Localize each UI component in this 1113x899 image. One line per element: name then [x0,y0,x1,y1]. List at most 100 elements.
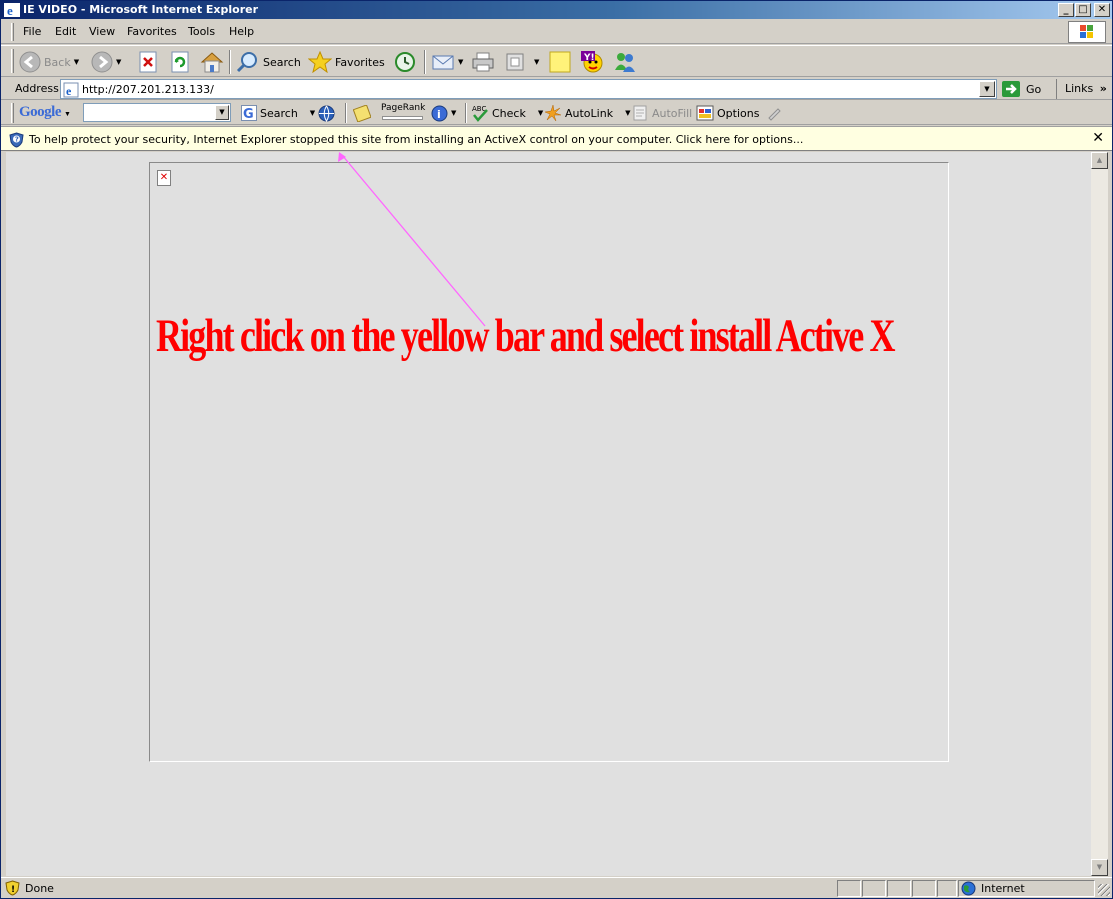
mail-icon [432,55,454,70]
stop-icon [139,51,157,73]
home-button[interactable] [200,50,224,74]
highlight-icon[interactable] [353,105,371,122]
stop-button[interactable] [138,50,158,74]
toolbar-separator [465,103,467,123]
favorites-button[interactable]: Favorites [308,50,385,74]
minimize-button[interactable]: _ [1058,3,1074,17]
address-dropdown-icon[interactable]: ▼ [979,81,995,97]
svg-text:i: i [437,108,441,121]
messenger-button[interactable] [613,50,637,74]
autofill-icon [633,105,647,121]
page-info-button[interactable]: i ▼ [431,103,456,123]
links-chevron-icon[interactable]: » [1100,82,1107,95]
window-title: IE VIDEO - Microsoft Internet Explorer [23,3,259,16]
shield-icon: ? [9,132,24,148]
page-icon: e [63,82,79,98]
menu-view[interactable]: View [89,25,115,38]
status-pane [837,880,861,897]
mail-button[interactable]: ▼ [431,50,463,74]
security-zone[interactable]: Internet [961,881,1025,896]
yahoo-icon: Y! [581,51,603,73]
status-pane [862,880,886,897]
edit-button[interactable]: ▼ [504,50,539,74]
page-info-dropdown-icon[interactable]: ▼ [451,109,456,117]
print-button[interactable] [471,50,495,74]
status-pane [887,880,911,897]
toolbar-separator [424,50,426,74]
links-toolbar[interactable]: Links » [1056,79,1107,99]
resize-grip[interactable] [1098,884,1110,896]
google-search-icon: G [241,105,257,121]
globe-icon[interactable] [318,105,335,122]
windows-logo-icon [1068,21,1106,43]
edit-dropdown-icon[interactable]: ▼ [534,58,539,66]
address-label: Address [15,82,59,95]
forward-dropdown-icon[interactable]: ▼ [116,58,121,66]
warning-shield-icon: ! [5,880,20,896]
vertical-scrollbar[interactable]: ▲ ▼ [1091,152,1108,876]
google-toolbar-grip[interactable] [11,103,14,123]
pagerank-label: PageRank [381,103,426,113]
print-icon [472,52,494,72]
menu-edit[interactable]: Edit [55,25,76,38]
back-button[interactable]: Back ▼ [19,50,79,74]
google-logo[interactable]: Google ▼ [19,104,71,121]
google-search-dropdown-icon[interactable]: ▼ [215,105,229,120]
activex-info-bar[interactable]: ? To help protect your security, Interne… [1,126,1112,151]
title-bar[interactable]: e IE VIDEO - Microsoft Internet Explorer… [1,1,1112,19]
autolink-button[interactable]: AutoLink ▼ [544,103,630,123]
autolink-dropdown-icon[interactable]: ▼ [625,109,630,117]
history-button[interactable] [393,50,417,74]
pagerank-meter[interactable]: PageRank [381,103,427,122]
menu-help[interactable]: Help [229,25,254,38]
messenger-icon [615,53,635,72]
status-pane [937,880,957,897]
close-button[interactable]: ✕ [1094,3,1110,17]
ie-icon: e [4,3,20,17]
google-search-dropdown-icon[interactable]: ▼ [310,109,315,117]
google-search-input[interactable]: ▼ [83,103,231,122]
forward-button[interactable]: ▼ [91,50,121,74]
back-dropdown-icon[interactable]: ▼ [74,58,79,66]
yahoo-button[interactable]: Y! [579,50,605,74]
maximize-button[interactable]: □ [1075,3,1091,17]
pencil-icon[interactable] [766,105,782,121]
autofill-button[interactable]: AutoFill [631,103,692,123]
links-label: Links [1065,82,1094,95]
options-button[interactable]: Options [696,103,759,123]
refresh-button[interactable] [170,50,190,74]
menu-grip[interactable] [11,23,14,41]
autolink-icon [544,104,562,122]
go-arrow-icon [1002,81,1020,97]
info-bar-close-icon[interactable]: ✕ [1092,130,1104,146]
mail-dropdown-icon[interactable]: ▼ [458,58,463,66]
google-search-button[interactable]: G Search ▼ [241,103,315,123]
address-bar: Address e http://207.201.213.133/ ▼ Go L… [1,78,1112,100]
spellcheck-icon: ABC [472,105,488,122]
spellcheck-button[interactable]: ABC Check ▼ [471,103,543,123]
menu-favorites[interactable]: Favorites [127,25,177,38]
ie-window: e IE VIDEO - Microsoft Internet Explorer… [0,0,1113,899]
scroll-up-icon[interactable]: ▲ [1091,152,1108,169]
page-content[interactable]: ✕ Right click on the yellow bar and sele… [6,152,1091,876]
internet-globe-icon [961,881,976,896]
menu-tools[interactable]: Tools [188,25,215,38]
address-input[interactable]: e http://207.201.213.133/ ▼ [60,79,997,99]
notes-button[interactable] [548,50,572,74]
toolbar-grip[interactable] [11,49,14,73]
info-icon: i [431,105,448,121]
notes-icon [549,51,571,73]
scroll-down-icon[interactable]: ▼ [1091,859,1108,876]
status-pane [912,880,936,897]
spellcheck-dropdown-icon[interactable]: ▼ [538,109,543,117]
svg-text:e: e [66,84,72,98]
menu-file[interactable]: File [23,25,41,38]
go-button[interactable]: Go [1001,80,1041,98]
standard-toolbar: Back ▼ ▼ Search Favorites ▼ ▼ Y! [1,45,1112,77]
status-bar: ! Done Internet [1,877,1112,898]
svg-text:e: e [7,3,13,17]
pagerank-bar [382,116,423,120]
toolbar-separator [345,103,347,123]
search-button[interactable]: Search [236,50,301,74]
favorites-icon [308,51,332,73]
